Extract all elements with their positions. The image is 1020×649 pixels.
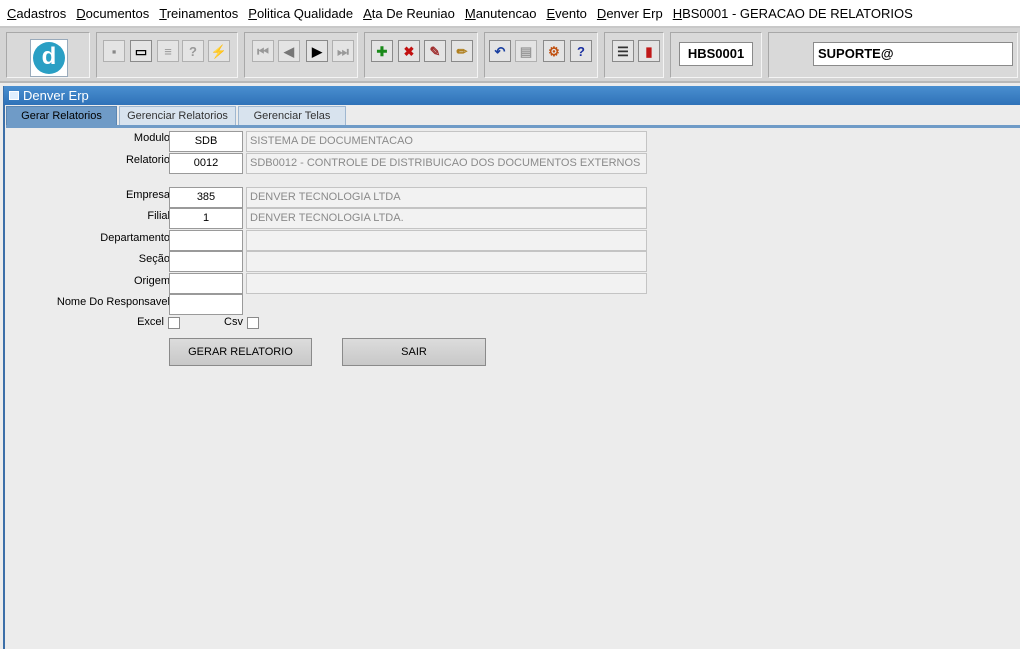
- menu-denver-erp[interactable]: Denver Erp: [597, 6, 663, 21]
- gerar-relatorio-button[interactable]: GERAR RELATORIO: [169, 338, 312, 366]
- clear-record-icon[interactable]: ✎: [424, 40, 446, 62]
- menu-hbs0001[interactable]: HBS0001 - GERACAO DE RELATORIOS: [673, 6, 913, 21]
- sair-button[interactable]: SAIR: [342, 338, 486, 366]
- first-record-icon[interactable]: ⏮: [252, 40, 274, 62]
- filial-label: Filial: [147, 210, 170, 222]
- window-icon[interactable]: ▭: [130, 40, 152, 62]
- exit-icon[interactable]: ▮: [638, 40, 660, 62]
- previous-record-icon[interactable]: ◀: [278, 40, 300, 62]
- modulo-code-field[interactable]: SDB: [169, 131, 243, 152]
- window-left-border: [3, 86, 5, 649]
- menu-treinamentos[interactable]: Treinamentos: [159, 6, 238, 21]
- secao-desc-field: [246, 251, 647, 272]
- empresa-label: Empresa: [125, 189, 170, 201]
- query-icon[interactable]: ?: [182, 40, 204, 62]
- next-record-icon[interactable]: ▶: [306, 40, 328, 62]
- tab-gerenciar-telas[interactable]: Gerenciar Telas: [238, 106, 346, 126]
- add-record-icon[interactable]: ✚: [371, 40, 393, 62]
- secao-label: Seção: [138, 253, 170, 265]
- modulo-desc-field: SISTEMA DE DOCUMENTACAO: [246, 131, 647, 152]
- tools-icon[interactable]: ⚙: [543, 40, 565, 62]
- csv-label: Csv: [224, 316, 243, 328]
- menu-ata-de-reuniao[interactable]: Ata De Reuniao: [363, 6, 455, 21]
- last-record-icon[interactable]: ⏭: [332, 40, 354, 62]
- empresa-code-field[interactable]: 385: [169, 187, 243, 208]
- logo-icon: d: [33, 42, 65, 74]
- help-icon[interactable]: ?: [570, 40, 592, 62]
- excel-label: Excel: [137, 316, 164, 328]
- tab-gerar-relatorios[interactable]: Gerar Relatorios: [6, 106, 117, 127]
- responsavel-label: Nome Do Responsavel: [56, 296, 170, 308]
- relatorio-desc-field: SDB0012 - CONTROLE DE DISTRIBUICAO DOS D…: [246, 153, 647, 174]
- secao-code-field[interactable]: [169, 251, 243, 272]
- tab-gerenciar-relatorios[interactable]: Gerenciar Relatorios: [119, 106, 236, 126]
- empresa-desc-field: DENVER TECNOLOGIA LTDA: [246, 187, 647, 208]
- undo-icon[interactable]: ↶: [489, 40, 511, 62]
- execute-query-icon[interactable]: ⚡: [208, 40, 230, 62]
- departamento-label: Departamento: [100, 232, 170, 244]
- print-icon[interactable]: ≡: [157, 40, 179, 62]
- departamento-desc-field: [246, 230, 647, 251]
- relatorio-label: Relatorio: [125, 154, 170, 166]
- menu-cadastros[interactable]: Cadastros: [7, 6, 66, 21]
- menu-manutencao[interactable]: Manutencao: [465, 6, 537, 21]
- csv-checkbox[interactable]: [247, 317, 259, 329]
- delete-record-icon[interactable]: ✖: [398, 40, 420, 62]
- menu-bar: Cadastros Documentos Treinamentos Politi…: [0, 0, 1020, 26]
- origem-label: Origem: [133, 275, 170, 287]
- clipboard-icon[interactable]: ▤: [515, 40, 537, 62]
- window-title-bar: Denver Erp: [4, 86, 1020, 105]
- origem-code-field[interactable]: [169, 273, 243, 294]
- relatorio-code-field[interactable]: 0012: [169, 153, 243, 174]
- menu-politica-qualidade[interactable]: Politica Qualidade: [248, 6, 353, 21]
- modulo-label: Modulo: [133, 132, 170, 144]
- filial-desc-field: DENVER TECNOLOGIA LTDA.: [246, 208, 647, 229]
- menu-documentos[interactable]: Documentos: [76, 6, 149, 21]
- form-panel: Modulo SDB SISTEMA DE DOCUMENTACAO Relat…: [6, 128, 1020, 649]
- departamento-code-field[interactable]: [169, 230, 243, 251]
- menu-evento[interactable]: Evento: [546, 6, 586, 21]
- save-icon[interactable]: ▪: [103, 40, 125, 62]
- window-title: Denver Erp: [23, 88, 89, 103]
- excel-checkbox[interactable]: [168, 317, 180, 329]
- menu-icon[interactable]: ☰: [612, 40, 634, 62]
- filial-code-field[interactable]: 1: [169, 208, 243, 229]
- user-field: SUPORTE@: [813, 42, 1013, 66]
- responsavel-field[interactable]: [169, 294, 243, 315]
- window-icon: [9, 91, 19, 100]
- form-code-field: HBS0001: [679, 42, 753, 66]
- edit-record-icon[interactable]: ✏: [451, 40, 473, 62]
- origem-desc-field: [246, 273, 647, 294]
- app-logo: d: [30, 39, 68, 77]
